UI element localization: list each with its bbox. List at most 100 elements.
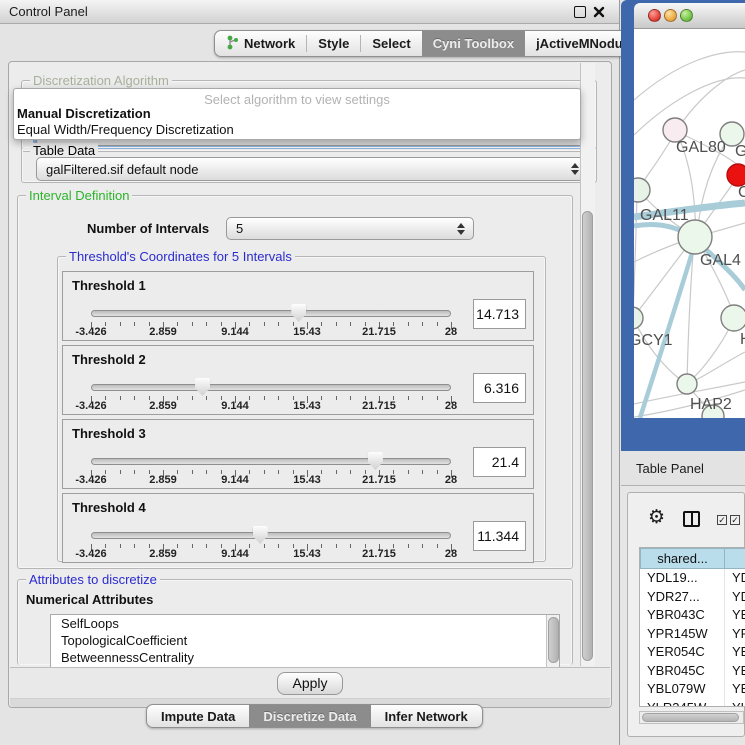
table-row[interactable]: YBR045CYBR0 (640, 662, 745, 681)
group-title: Discretization Algorithm (30, 73, 172, 88)
table-cell[interactable]: YLR345W (640, 699, 725, 708)
minimize-traffic-light[interactable] (664, 9, 677, 22)
table-cell[interactable]: YPR145W (640, 625, 725, 644)
float-window-icon[interactable] (574, 6, 586, 18)
table-cell[interactable]: YBL0 (725, 680, 745, 699)
node-gal4[interactable] (678, 220, 712, 254)
tab-style[interactable]: Style (307, 31, 360, 56)
table-cell[interactable]: YLR3 (725, 699, 745, 708)
slider-tick-label: -3.426 (75, 548, 106, 560)
tab-discretize-data[interactable]: Discretize Data (249, 705, 370, 727)
table-cell[interactable]: YDR2 (725, 588, 745, 607)
threshold-panel: Threshold 2-3.4262.8599.14415.4321.71528… (62, 345, 534, 415)
tab-network[interactable]: Network (215, 31, 306, 56)
network-view-window: GAL80GACGAL11GAL4GCY1HHAP2 (621, 0, 745, 451)
tab-impute-data[interactable]: Impute Data (147, 705, 249, 727)
network-edge[interactable] (635, 322, 682, 381)
number-of-intervals-combobox[interactable]: 5 (226, 217, 474, 240)
dropdown-option-manual-discretization[interactable]: Manual Discretization (17, 106, 151, 121)
table-cell[interactable]: YBR045C (640, 662, 725, 681)
table-row[interactable]: YER054CYER0 (640, 643, 745, 662)
number-of-intervals-label: Number of Intervals (87, 221, 209, 236)
cyni-mode-tabbar: Impute Data Discretize Data Infer Networ… (146, 704, 483, 728)
columns-icon[interactable] (683, 511, 700, 527)
network-edge[interactable] (694, 352, 745, 381)
table-panel-header: Table Panel (621, 451, 745, 486)
panel-scrollbar[interactable] (580, 63, 595, 666)
table-data-combobox[interactable]: galFiltered.sif default node (36, 157, 588, 181)
table-cell[interactable]: YPR1 (725, 625, 745, 644)
node-red[interactable] (727, 164, 745, 186)
node-h[interactable] (721, 305, 745, 331)
combo-arrows-icon (457, 223, 465, 235)
apply-button[interactable]: Apply (277, 672, 343, 695)
node-gcy1[interactable] (634, 307, 643, 329)
table-row[interactable]: YDL19...YDL1 (640, 569, 745, 588)
slider-track[interactable] (91, 458, 451, 465)
control-panel-window: Control Panel Network Style Select Cyni … (0, 0, 620, 745)
network-edge[interactable] (634, 192, 637, 316)
table-row[interactable]: YDR27...YDR2 (640, 588, 745, 607)
table-cell[interactable]: YBR043C (640, 606, 725, 625)
attribute-list-item[interactable]: SelfLoops (51, 615, 559, 632)
table-cell[interactable]: YDR27... (640, 588, 725, 607)
attributes-group: Attributes to discretize Numerical Attri… (17, 579, 573, 665)
table-cell[interactable]: YDL19... (640, 569, 725, 588)
control-panel-titlebar: Control Panel (0, 0, 619, 24)
table-row[interactable]: YBL079WYBL0 (640, 680, 745, 699)
dropdown-placeholder: Select algorithm to view settings (14, 92, 580, 107)
node-gal11[interactable] (634, 178, 650, 202)
slider-track[interactable] (91, 310, 451, 317)
threshold-panel: Threshold 4-3.4262.8599.14415.4321.71528… (62, 493, 534, 563)
threshold-panel: Threshold 1-3.4262.8599.14415.4321.71528… (62, 271, 534, 341)
close-traffic-light[interactable] (648, 9, 661, 22)
tab-select[interactable]: Select (361, 31, 421, 56)
slider-tick-label: 15.43 (293, 326, 321, 338)
checkbox-icon[interactable]: ✓ (717, 515, 727, 525)
numerical-attributes-list[interactable]: SelfLoopsTopologicalCoefficientBetweenne… (50, 614, 560, 670)
network-edge[interactable] (634, 52, 745, 100)
tab-infer-network[interactable]: Infer Network (371, 705, 482, 727)
slider-tick-label: 21.715 (362, 326, 396, 338)
table-cell[interactable]: YBR0 (725, 662, 745, 681)
table-column-header[interactable]: shared... (640, 548, 725, 569)
tab-cyni-toolbox[interactable]: Cyni Toolbox (422, 31, 525, 56)
table-cell[interactable]: YBL079W (640, 680, 725, 699)
slider-thumb[interactable] (195, 378, 210, 396)
table-cell[interactable]: YDL1 (725, 569, 745, 588)
gear-icon[interactable]: ⚙ (648, 508, 665, 527)
slider-tick-label: 28 (445, 548, 457, 560)
slider-thumb[interactable] (253, 526, 268, 544)
zoom-traffic-light[interactable] (680, 9, 693, 22)
threshold-value-field[interactable]: 14.713 (473, 299, 526, 329)
table-row[interactable]: YBR043CYBR0 (640, 606, 745, 625)
table-cell[interactable]: YER054C (640, 643, 725, 662)
table-row[interactable]: YPR145WYPR1 (640, 625, 745, 644)
threshold-value-field[interactable]: 11.344 (473, 521, 526, 551)
close-icon[interactable] (593, 6, 605, 18)
attribute-list-item[interactable]: BetweennessCentrality (51, 649, 559, 666)
slider-track[interactable] (91, 384, 451, 391)
node-label: C (738, 184, 745, 201)
table-panel-title: Table Panel (636, 461, 704, 476)
node-attribute-table[interactable]: shared...na YDL19...YDL1YDR27...YDR2YBR0… (639, 547, 745, 707)
slider-tick-label: 2.859 (149, 400, 177, 412)
node-label: H (740, 331, 745, 348)
threshold-value-field[interactable]: 6.316 (473, 373, 526, 403)
table-panel: ⚙ ✓ ✓ shared...na YDL19...YDL1YDR27...YD… (621, 486, 745, 745)
dropdown-option-equal-width-frequency[interactable]: Equal Width/Frequency Discretization (17, 122, 234, 137)
attribute-list-item[interactable]: TopologicalCoefficient (51, 632, 559, 649)
table-cell[interactable]: YER0 (725, 643, 745, 662)
table-column-header[interactable]: na (725, 548, 745, 569)
threshold-value-field[interactable]: 21.4 (473, 447, 526, 477)
slider-thumb[interactable] (368, 452, 383, 470)
slider-track[interactable] (91, 532, 451, 539)
network-canvas[interactable]: GAL80GACGAL11GAL4GCY1HHAP2 (634, 29, 745, 418)
table-hscrollbar[interactable] (639, 711, 744, 724)
checkbox-icon[interactable]: ✓ (730, 515, 740, 525)
table-cell[interactable]: YBR0 (725, 606, 745, 625)
slider-thumb[interactable] (291, 304, 306, 322)
list-scrollbar[interactable] (546, 615, 559, 669)
node-hap2[interactable] (677, 374, 697, 394)
table-row[interactable]: YLR345WYLR3 (640, 699, 745, 708)
